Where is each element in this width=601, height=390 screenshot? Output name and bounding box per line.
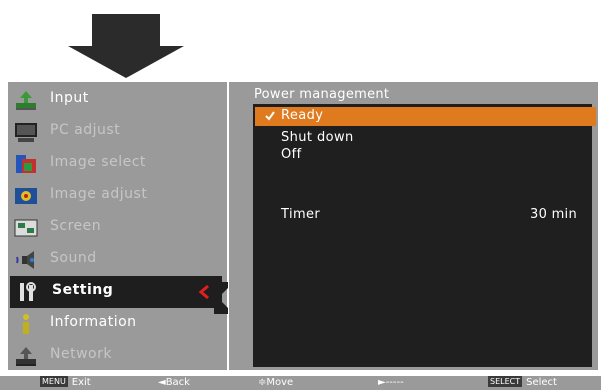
- menu-item-pc-adjust[interactable]: PC adjust: [8, 116, 227, 148]
- help-back[interactable]: ◄Back: [158, 376, 190, 390]
- option-label: Ready: [281, 108, 324, 123]
- menu-item-label: Network: [50, 346, 112, 362]
- menu-item-label: PC adjust: [50, 122, 121, 138]
- menu-item-image-adjust[interactable]: Image adjust: [8, 180, 227, 212]
- main-menu: Input PC adjust Image select Image adjus…: [8, 82, 227, 370]
- information-icon: [23, 314, 29, 334]
- setting-icon: [20, 282, 36, 301]
- down-arrow-icon: [68, 14, 184, 78]
- menu-item-screen[interactable]: Screen: [8, 212, 227, 244]
- menu-item-label: Setting: [52, 282, 114, 298]
- menu-item-information[interactable]: Information: [8, 308, 227, 340]
- help-select[interactable]: SELECT Select: [488, 376, 557, 390]
- menu-item-label: Image select: [50, 154, 146, 170]
- help-select-label: Select: [526, 377, 557, 388]
- menu-item-network[interactable]: Network: [8, 340, 227, 372]
- selected-caret-icon: [198, 285, 209, 299]
- pc-adjust-icon: [15, 123, 37, 142]
- option-ready[interactable]: Ready: [255, 107, 596, 126]
- menu-item-input[interactable]: Input: [8, 84, 227, 116]
- timer-label: Timer: [281, 207, 321, 222]
- help-next: ►-----: [378, 377, 404, 388]
- menu-item-label: Input: [50, 90, 89, 106]
- option-label: Shut down: [281, 130, 354, 145]
- menu-pointer-icon: [214, 282, 228, 314]
- input-icon: [16, 91, 36, 110]
- help-bar: MENU Exit ◄Back ≑Move ►----- SELECT Select: [0, 376, 601, 390]
- network-icon: [16, 347, 36, 366]
- screen-icon: [14, 219, 38, 237]
- option-off[interactable]: Off: [255, 146, 596, 165]
- help-move[interactable]: ≑Move: [258, 376, 293, 390]
- check-icon: [265, 111, 275, 121]
- menu-item-label: Information: [50, 314, 137, 330]
- help-exit[interactable]: MENU Exit: [40, 376, 91, 390]
- menu-item-label: Screen: [50, 218, 102, 234]
- menu-key-icon: MENU: [40, 376, 68, 387]
- help-exit-label: Exit: [71, 377, 91, 388]
- menu-item-label: Sound: [50, 250, 97, 266]
- option-label: Off: [281, 147, 302, 162]
- image-adjust-icon: [15, 188, 37, 204]
- menu-item-image-select[interactable]: Image select: [8, 148, 227, 180]
- timer-value[interactable]: 30 min: [530, 207, 577, 222]
- menu-item-sound[interactable]: Sound: [8, 244, 227, 276]
- sound-icon: [16, 251, 34, 269]
- menu-item-setting[interactable]: Setting: [10, 276, 222, 308]
- menu-item-label: Image adjust: [50, 186, 148, 202]
- select-key-icon: SELECT: [488, 376, 523, 387]
- image-select-icon: [16, 155, 36, 173]
- submenu-title: Power management: [254, 87, 390, 102]
